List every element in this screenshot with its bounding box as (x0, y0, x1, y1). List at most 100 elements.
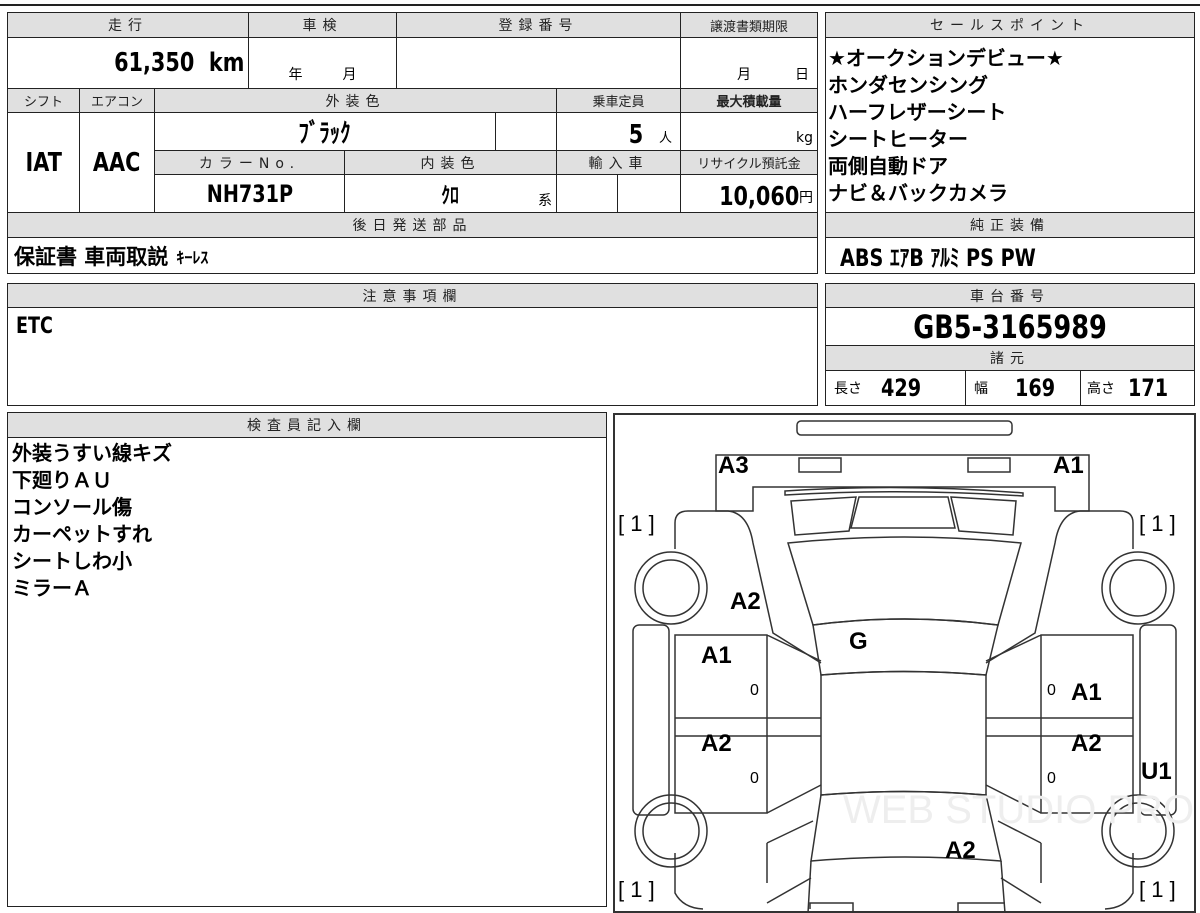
import-label: 輸入車 (556, 150, 681, 175)
mileage-unit: km (208, 48, 244, 78)
inspector-label: 検査員記入欄 (7, 412, 607, 438)
sales-point: シートヒーター (828, 127, 968, 151)
shift-label: シフト (7, 88, 80, 113)
notes-label: 注意事項欄 (7, 283, 818, 308)
damage-mark: A2 (701, 730, 732, 757)
shift-text: IAT (25, 147, 62, 178)
transfer-day: 日 (795, 67, 809, 83)
sales-point: ハーフレザーシート (828, 100, 1007, 124)
transfer-deadline-value: 月日 (680, 37, 818, 89)
damage-mark: U1 (1141, 758, 1172, 785)
mileage-number: 61,350 (114, 48, 195, 78)
sales-point: ホンダセンシング (828, 73, 988, 97)
sales-point: ★オークションデビュー★ (828, 46, 1064, 70)
inspection-year: 年 (288, 67, 303, 83)
damage-mark: A1 (1071, 679, 1102, 706)
door-mark: 0 (750, 682, 759, 699)
import-value-2 (617, 174, 681, 213)
damage-mark: A3 (718, 452, 749, 479)
door-mark: 0 (1047, 770, 1056, 787)
diagram-watermark: WEB STUDIO PRO (843, 788, 1194, 832)
ac-label: エアコン (79, 88, 155, 113)
equipment-label: 純正装備 (825, 212, 1195, 238)
capacity-value: 5人 (556, 112, 681, 151)
inspector-item: 下廻りＡＵ (12, 468, 112, 492)
max-load-label: 最大積載量 (680, 88, 818, 113)
inspection-label: 車検 (248, 12, 397, 38)
inspection-value: 年月 (248, 37, 397, 89)
damage-mark: [ 1 ] (1139, 511, 1176, 536)
color-no-label: カラーNo. (154, 150, 345, 175)
later-parts-text: 保証書 車両取説 (14, 244, 169, 269)
ac-text: AAC (93, 147, 141, 178)
damage-mark: A1 (701, 642, 732, 669)
chassis-label: 車台番号 (825, 283, 1195, 308)
inspector-item: コンソール傷 (12, 495, 132, 519)
registration-label: 登録番号 (396, 12, 681, 38)
registration-value (396, 37, 681, 89)
notes-value: ETC (7, 307, 818, 406)
interior-color-value: ｸﾛ 系 (344, 174, 557, 213)
height-label: 高さ (1087, 381, 1115, 397)
sales-point: 両側自動ドア (828, 154, 948, 178)
max-load-unit: kg (796, 130, 813, 146)
damage-mark: [ 1 ] (1139, 877, 1176, 902)
spec-length: 長さ 429 (825, 370, 966, 406)
later-parts-label: 後日発送部品 (7, 212, 818, 238)
sales-points-list: ★オークションデビュー★ ホンダセンシング ハーフレザーシート シートヒーター … (828, 45, 1064, 207)
inspection-month: 月 (342, 67, 357, 83)
recycle-value: 10,060 円 (680, 174, 818, 213)
specs-label: 諸元 (825, 345, 1195, 371)
door-mark: 0 (1047, 682, 1056, 699)
width-value: 169 (1015, 374, 1056, 402)
mileage-value: 61,350 km (7, 37, 249, 89)
spec-width: 幅 169 (965, 370, 1081, 406)
car-damage-diagram: WEB STUDIO PRO A3 A1 [ 1 ] [ 1 ] A2 G A1… (613, 413, 1196, 913)
chassis-value: GB5-3165989 (825, 307, 1195, 346)
spec-height: 高さ 171 (1080, 370, 1195, 406)
inspector-item: 外装うすい線キズ (12, 441, 172, 465)
equipment-value: ABS ｴｱB ｱﾙﾐ PS PW (825, 237, 1195, 274)
length-label: 長さ (834, 381, 862, 397)
inspector-item: ミラーＡ (12, 576, 92, 600)
door-mark: 0 (750, 770, 759, 787)
damage-mark: [ 1 ] (618, 511, 655, 536)
damage-mark: A1 (1053, 452, 1084, 479)
damage-mark: G (849, 628, 868, 655)
height-value: 171 (1128, 374, 1169, 402)
damage-mark: A2 (945, 837, 976, 864)
inspector-item: シートしわ小 (12, 549, 132, 573)
capacity-unit: 人 (658, 131, 672, 146)
damage-mark: [ 1 ] (618, 877, 655, 902)
shift-value: IAT (7, 112, 80, 213)
interior-color-label: 内装色 (344, 150, 557, 175)
later-parts-small: ｷｰﾚｽ (176, 247, 209, 267)
mileage-label: 走行 (7, 12, 249, 38)
notes-text: ETC (16, 314, 53, 339)
import-value-1 (556, 174, 618, 213)
sales-point: ナビ＆バックカメラ (828, 181, 1008, 205)
exterior-color-text: ﾌﾞﾗｯｸ (298, 119, 351, 149)
max-load-value: kg (680, 112, 818, 151)
transfer-month: 月 (737, 67, 751, 83)
equipment-text: ABS ｴｱB ｱﾙﾐ PS PW (840, 244, 1036, 272)
top-cutoff-strip (0, 0, 1200, 6)
interior-suffix: 系 (538, 193, 552, 209)
color-no-value: NH731P (154, 174, 345, 213)
capacity-label: 乗車定員 (556, 88, 681, 113)
width-label: 幅 (974, 381, 988, 397)
exterior-color-value: ﾌﾞﾗｯｸ (154, 112, 496, 151)
later-parts-value: 保証書 車両取説 ｷｰﾚｽ (7, 237, 818, 274)
chassis-number: GB5-3165989 (913, 307, 1107, 346)
recycle-label: リサイクル預託金 (680, 150, 818, 175)
damage-mark: A2 (730, 588, 761, 615)
color-no-text: NH731P (206, 179, 293, 208)
interior-color-text: ｸﾛ (441, 183, 460, 209)
exterior-color-extra (495, 112, 557, 151)
length-value: 429 (881, 374, 922, 402)
ac-value: AAC (79, 112, 155, 213)
recycle-fee: 10,060 (718, 182, 799, 212)
recycle-unit: 円 (799, 190, 813, 206)
damage-mark: A2 (1071, 730, 1102, 757)
inspector-item: カーペットすれ (12, 522, 152, 546)
